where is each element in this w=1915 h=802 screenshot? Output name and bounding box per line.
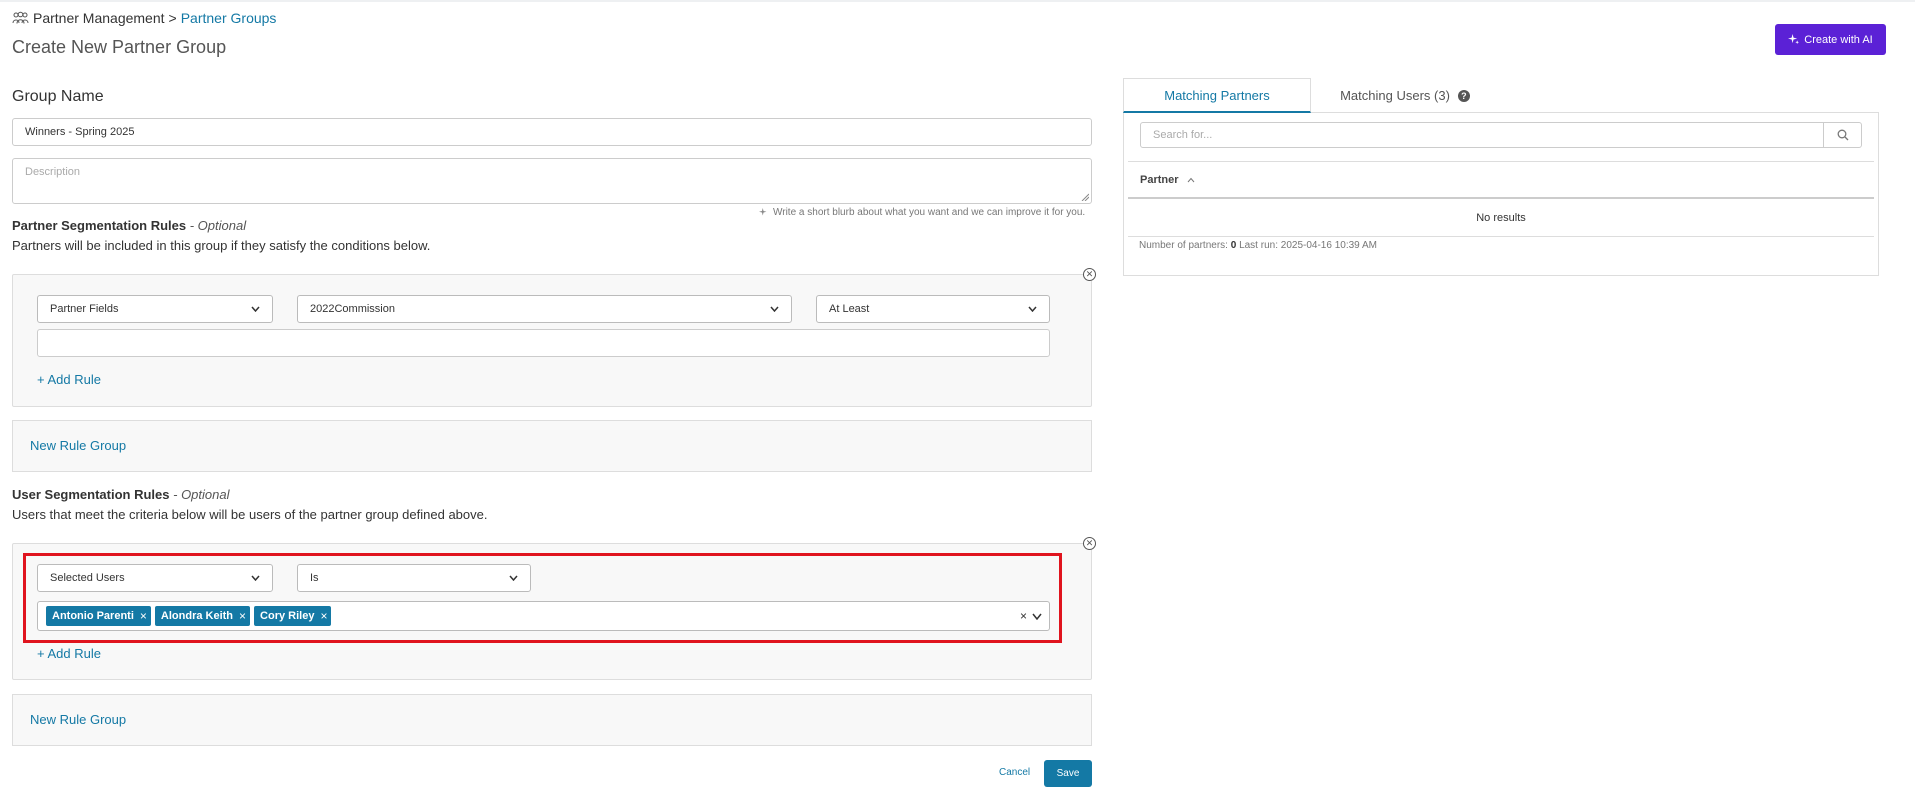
user-rules-title-text: User Segmentation Rules — [12, 487, 170, 502]
no-results-text: No results — [1476, 212, 1526, 224]
tab-matching-partners-label: Matching Partners — [1164, 87, 1270, 103]
tab-matching-users[interactable]: Matching Users (3) ? — [1311, 78, 1499, 113]
partner-operator-select[interactable]: At Least — [816, 295, 1050, 323]
breadcrumb-separator: > — [168, 10, 177, 26]
breadcrumb-root[interactable]: Partner Management — [33, 10, 165, 26]
table-empty-row: No results — [1128, 200, 1874, 237]
tab-matching-users-label: Matching Users (3) — [1340, 88, 1450, 103]
partner-operator-value: At Least — [829, 303, 870, 315]
sparkle-icon — [759, 208, 767, 216]
cancel-button[interactable]: Cancel — [999, 767, 1030, 778]
partner-column-header[interactable]: Partner — [1140, 174, 1195, 186]
partner-count-label: Number of partners: — [1139, 240, 1228, 251]
search-button[interactable] — [1823, 123, 1861, 147]
partner-rules-title: Partner Segmentation Rules - Optional — [12, 218, 246, 233]
description-placeholder: Description — [25, 166, 81, 178]
partner-new-rule-group: New Rule Group — [12, 420, 1092, 472]
group-name-input[interactable]: Winners - Spring 2025 — [12, 118, 1092, 146]
search-placeholder: Search for... — [1153, 129, 1213, 141]
chevron-down-icon — [1028, 306, 1037, 312]
top-border — [0, 0, 1915, 2]
partner-field-value: 2022Commission — [310, 303, 395, 315]
user-new-rule-group-link[interactable]: New Rule Group — [30, 712, 126, 727]
user-add-rule-link[interactable]: + Add Rule — [37, 646, 101, 661]
remove-user-rule-group-icon[interactable]: ✕ — [1083, 537, 1096, 550]
partner-column-label: Partner — [1140, 174, 1179, 186]
partner-add-rule-link[interactable]: + Add Rule — [37, 372, 101, 387]
chevron-down-icon — [251, 306, 260, 312]
partner-count-value: 0 — [1230, 240, 1237, 251]
create-with-ai-button[interactable]: Create with AI — [1775, 24, 1886, 55]
chevron-down-icon — [770, 306, 779, 312]
page-title: Create New Partner Group — [12, 37, 227, 57]
remove-partner-rule-group-icon[interactable]: ✕ — [1083, 268, 1096, 281]
last-run-value: 2025-04-16 10:39 AM — [1280, 240, 1377, 251]
tab-matching-partners[interactable]: Matching Partners — [1123, 78, 1311, 113]
table-footer: Number of partners: 0 Last run: 2025-04-… — [1139, 240, 1377, 251]
save-button[interactable]: Save — [1044, 760, 1092, 787]
partner-search-input[interactable]: Search for... — [1140, 122, 1862, 148]
table-header: Partner — [1128, 161, 1874, 199]
user-new-rule-group: New Rule Group — [12, 694, 1092, 746]
ai-hint: Write a short blurb about what you want … — [759, 207, 1085, 218]
partner-field-type-value: Partner Fields — [50, 303, 119, 315]
user-rules-title: User Segmentation Rules - Optional — [12, 487, 230, 502]
breadcrumb-current[interactable]: Partner Groups — [181, 10, 277, 26]
chevron-up-icon — [1187, 177, 1194, 183]
users-icon — [12, 11, 29, 24]
group-name-label: Group Name — [12, 88, 104, 105]
partner-rules-description: Partners will be included in this group … — [12, 238, 431, 253]
partner-rules-title-text: Partner Segmentation Rules — [12, 218, 187, 233]
highlight-box — [23, 553, 1062, 643]
description-textarea[interactable]: Description — [12, 158, 1092, 204]
user-rules-optional: - Optional — [173, 487, 230, 502]
create-with-ai-label: Create with AI — [1804, 33, 1873, 46]
partner-rule-value-input[interactable] — [37, 329, 1050, 357]
partner-field-select[interactable]: 2022Commission — [297, 295, 792, 323]
ai-hint-text: Write a short blurb about what you want … — [773, 207, 1086, 218]
partner-new-rule-group-link[interactable]: New Rule Group — [30, 438, 126, 453]
partner-rules-optional: - Optional — [189, 218, 247, 233]
search-icon — [1837, 129, 1848, 141]
help-icon[interactable]: ? — [1457, 89, 1470, 102]
breadcrumb: Partner Management > Partner Groups — [12, 10, 276, 26]
sparkle-icon — [1788, 34, 1800, 45]
partner-field-type-select[interactable]: Partner Fields — [37, 295, 273, 323]
last-run-label: Last run: — [1239, 240, 1278, 251]
resize-grip-icon[interactable] — [1081, 193, 1089, 201]
user-rules-description: Users that meet the criteria below will … — [12, 507, 488, 522]
